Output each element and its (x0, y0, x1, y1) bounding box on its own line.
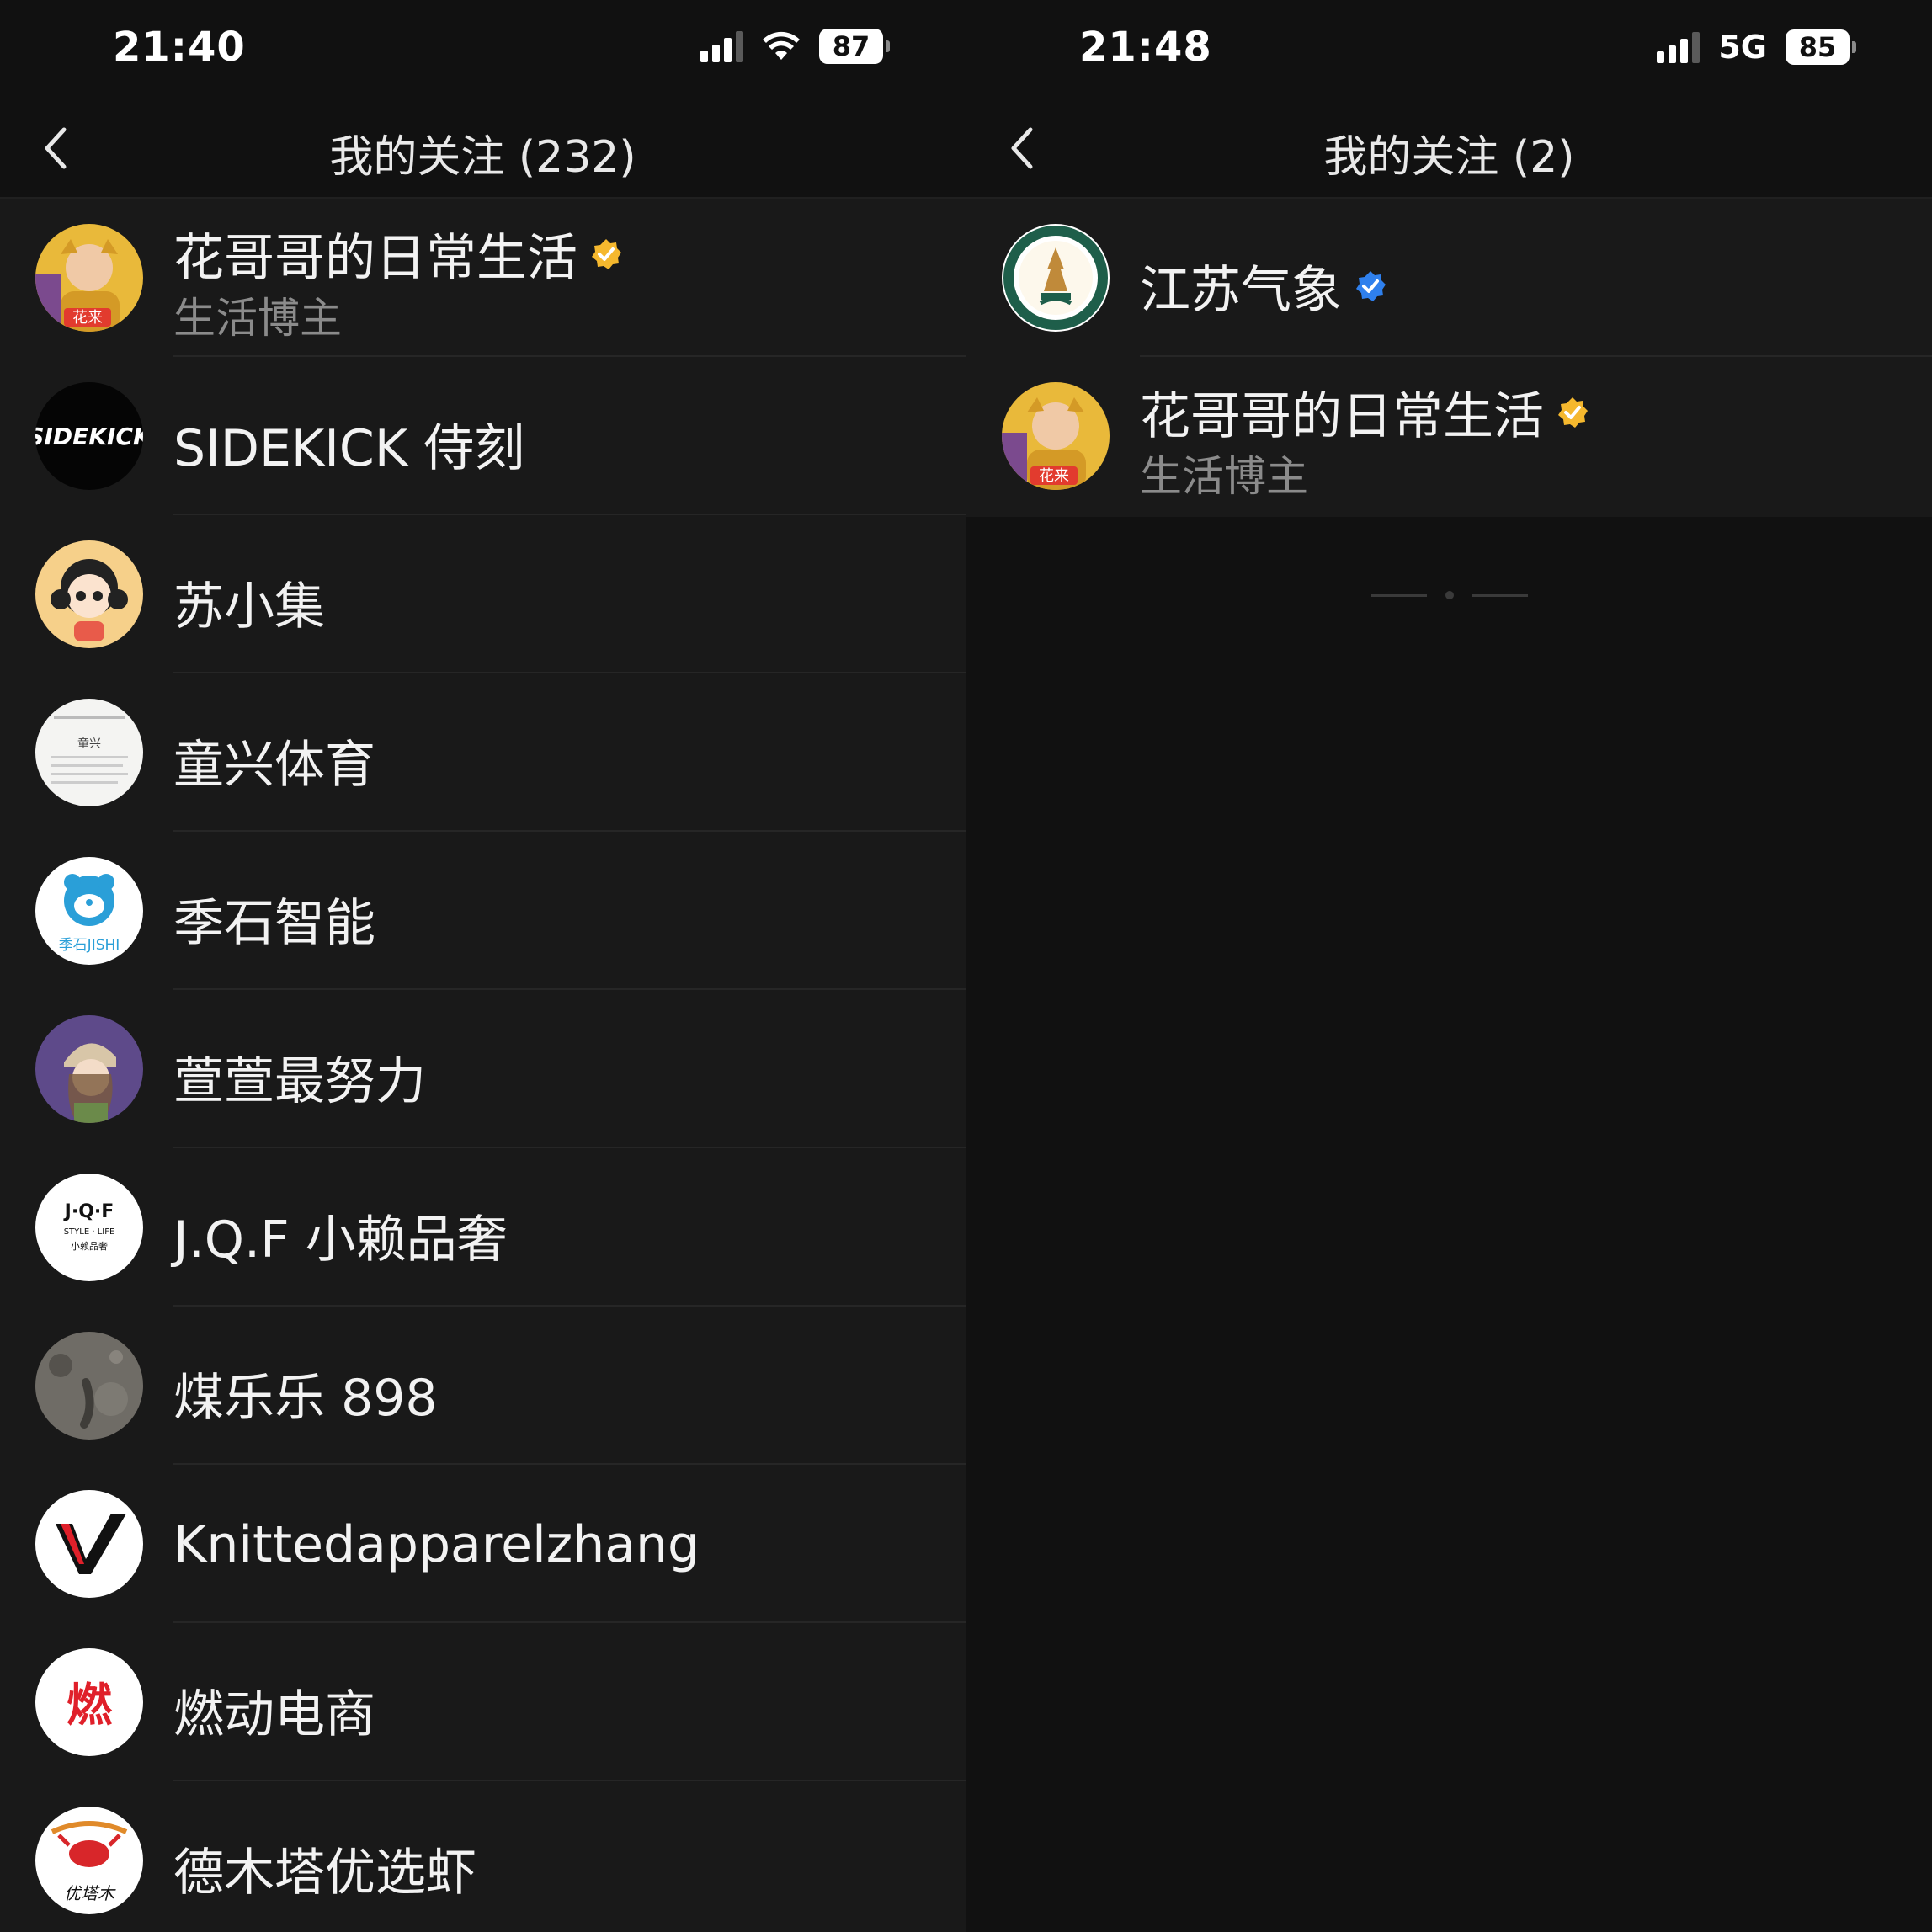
avatar[interactable] (35, 1015, 143, 1123)
status-time: 21:48 (1079, 24, 1212, 71)
follow-item[interactable]: 江苏气象 (966, 199, 1932, 357)
follow-item[interactable]: SIDEKICK SIDEKICK 侍刻 (0, 357, 966, 515)
svg-text:SIDEKICK: SIDEKICK (35, 423, 143, 450)
follow-name: Knittedapparelzhang (173, 1515, 700, 1574)
follow-item[interactable]: 萱萱最努力 (0, 990, 966, 1148)
follow-item[interactable]: J·Q·F STYLE · LIFE 小赖品奢 J.Q.F 小赖品奢 (0, 1148, 966, 1307)
svg-text:花来: 花来 (1039, 467, 1069, 485)
svg-text:J·Q·F: J·Q·F (63, 1201, 114, 1222)
svg-text:优塔木: 优塔木 (64, 1883, 116, 1903)
page-title: 我的关注 (2) (1323, 132, 1575, 183)
follow-subtitle: 生活博主 (173, 294, 342, 343)
svg-text:花来: 花来 (72, 309, 103, 327)
follow-name: 花哥哥的日常生活 (1140, 387, 1544, 446)
follow-name: 燃动电商 (173, 1685, 375, 1744)
follow-list: 江苏气象 花来 花哥哥的日常生活 生活博主 (966, 199, 1932, 515)
svg-text:小赖品奢: 小赖品奢 (71, 1240, 108, 1252)
follow-name: 江苏气象 (1140, 261, 1342, 320)
follow-name: 童兴体育 (173, 736, 375, 795)
battery-level: 85 (1786, 29, 1850, 65)
follow-item[interactable]: 苏小集 (0, 515, 966, 673)
cellular-signal-icon (1657, 31, 1700, 63)
follow-list: 花来 花哥哥的日常生活 生活博主 SID (0, 199, 966, 1932)
avatar[interactable] (35, 1490, 143, 1598)
status-time: 21:40 (113, 24, 246, 71)
avatar[interactable]: J·Q·F STYLE · LIFE 小赖品奢 (35, 1174, 143, 1281)
nav-bar: 我的关注 (2) (966, 99, 1932, 199)
follow-name: SIDEKICK 侍刻 (173, 419, 525, 478)
follow-item[interactable]: 煤乐乐 898 (0, 1307, 966, 1465)
network-type: 5G (1718, 29, 1767, 66)
svg-text:STYLE · LIFE: STYLE · LIFE (64, 1227, 115, 1237)
battery-level: 87 (819, 29, 883, 64)
avatar[interactable] (35, 540, 143, 648)
list-end-indicator (966, 591, 1932, 599)
follow-name: 季石智能 (173, 894, 375, 953)
svg-text:童兴: 童兴 (77, 737, 101, 751)
follow-name: J.Q.F 小赖品奢 (173, 1211, 508, 1269)
avatar[interactable]: 季石JISHI (35, 857, 143, 965)
cellular-signal-icon (700, 30, 743, 62)
follow-item[interactable]: 童兴 童兴体育 (0, 673, 966, 832)
follow-name: 萱萱最努力 (173, 1052, 426, 1111)
right-screen: 21:48 5G 85 我的关注 (2) 江苏气象 花来 花哥哥的日常生活 生活… (966, 0, 1932, 1932)
status-bar: 21:40 87 (0, 0, 966, 99)
avatar[interactable]: 优塔木 (35, 1807, 143, 1914)
nav-bar: 我的关注 (232) (0, 99, 966, 199)
follow-item[interactable]: 优塔木 德木塔优选虾 (0, 1781, 966, 1932)
gold-verified-icon (592, 238, 621, 269)
gold-verified-icon (1558, 397, 1588, 428)
blue-verified-icon (1356, 270, 1386, 301)
avatar[interactable]: 花来 (35, 224, 143, 332)
follow-item[interactable]: Knittedapparelzhang (0, 1465, 966, 1623)
avatar[interactable] (1002, 224, 1110, 332)
battery-icon: 87 (819, 29, 890, 64)
left-screen: 21:40 87 我的关注 (232) 花来 花哥哥的日常生活 生活博主 IDE… (0, 0, 966, 1932)
follow-item[interactable]: 季石JISHI 季石智能 (0, 832, 966, 990)
follow-name: 德木塔优选虾 (173, 1844, 476, 1903)
avatar[interactable]: 童兴 (35, 699, 143, 806)
battery-icon: 85 (1786, 29, 1856, 65)
avatar[interactable]: SIDEKICK (35, 382, 143, 490)
svg-text:季石JISHI: 季石JISHI (59, 937, 120, 954)
status-bar: 21:48 5G 85 (966, 0, 1932, 99)
page-title: 我的关注 (232) (329, 132, 636, 183)
avatar[interactable]: 燃 (35, 1648, 143, 1756)
svg-text:燃: 燃 (67, 1679, 113, 1732)
follow-name: 煤乐乐 898 (173, 1369, 438, 1428)
follow-subtitle: 生活博主 (1140, 452, 1308, 501)
wifi-icon (763, 31, 800, 60)
avatar[interactable] (35, 1332, 143, 1440)
follow-item[interactable]: 燃 燃动电商 (0, 1623, 966, 1781)
follow-item[interactable]: 花来 花哥哥的日常生活 生活博主 (0, 199, 966, 357)
empty-area (966, 517, 1932, 1932)
avatar[interactable]: 花来 (1002, 382, 1110, 490)
follow-name: 苏小集 (173, 577, 325, 636)
follow-name: 花哥哥的日常生活 (173, 229, 577, 288)
follow-item[interactable]: 花来 花哥哥的日常生活 生活博主 (966, 357, 1932, 515)
